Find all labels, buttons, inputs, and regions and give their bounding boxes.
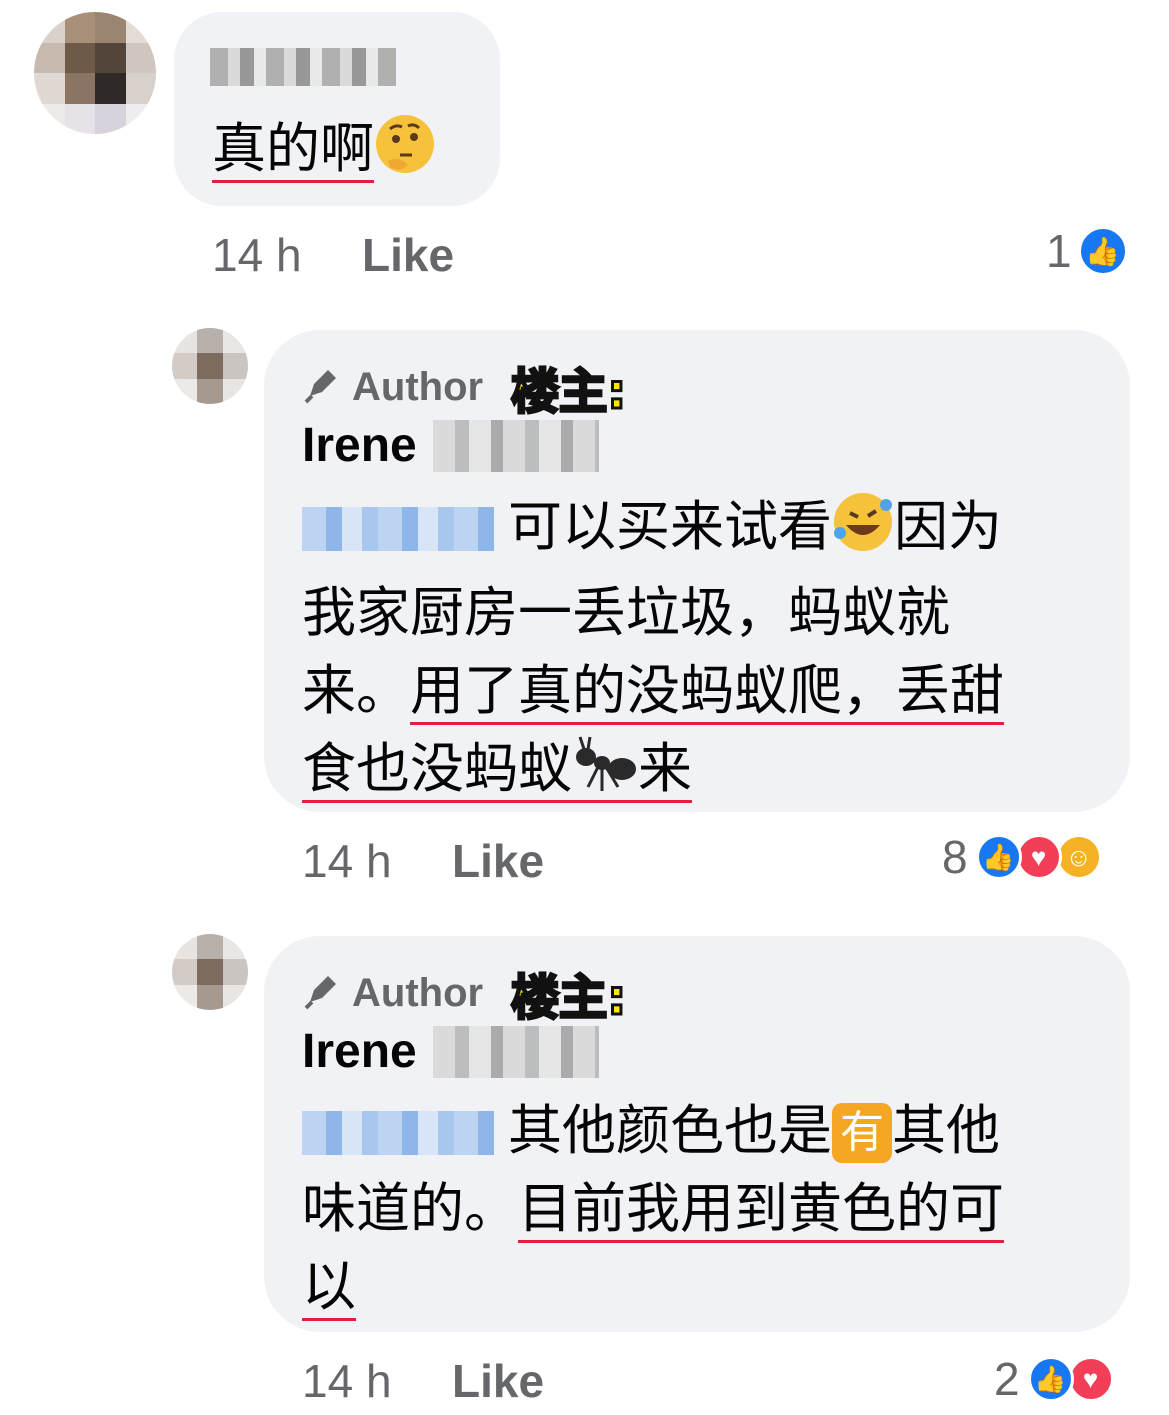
reaction-summary[interactable]: 8 👍 ♥ ☺ — [942, 830, 1102, 884]
mention-blurred[interactable] — [302, 507, 494, 551]
reply-time[interactable]: 14 h — [302, 1354, 392, 1408]
avatar[interactable] — [172, 934, 248, 1010]
thinking-face-icon — [374, 113, 436, 196]
reply-text: 其他颜色也是有其他 味道的。目前我用到黄色的可 以 — [302, 1092, 1122, 1326]
author-name: Irene — [302, 1025, 417, 1078]
reply-line: 味道的。目前我用到黄色的可 — [302, 1170, 1122, 1248]
reaction-summary[interactable]: 1 👍 — [1046, 224, 1128, 278]
like-reaction-icon: 👍 — [1077, 226, 1128, 276]
reply-line: 我家厨房一丢垃圾，蚂蚁就 — [302, 581, 950, 644]
louzhu-annotation: 楼主: — [510, 363, 628, 422]
comment-time[interactable]: 14 h — [212, 228, 302, 282]
like-button[interactable]: Like — [362, 228, 454, 282]
reaction-count: 8 — [942, 831, 968, 883]
avatar[interactable] — [172, 328, 248, 404]
commenter-name-blurred[interactable] — [210, 48, 396, 86]
pencil-icon — [302, 972, 340, 1015]
rofl-face-icon — [832, 491, 894, 574]
reply-line: 食也没蚂蚁来 — [302, 730, 1122, 816]
you-emoji-icon: 有 — [832, 1103, 892, 1163]
love-reaction-icon: ♥ — [1015, 834, 1062, 880]
like-reaction-icon: 👍 — [975, 834, 1022, 880]
mention-blurred[interactable] — [302, 1111, 494, 1155]
love-reaction-icon: ♥ — [1067, 1356, 1114, 1402]
reply-text: 可以买来试看 因为 我家厨房一丢垃圾，蚂蚁就 来。用了真的没蚂蚁爬，丢甜 食也没蚂… — [302, 488, 1122, 816]
author-badge: Author 楼主: — [302, 958, 628, 1028]
like-button[interactable]: Like — [452, 1354, 544, 1408]
author-surname-blurred — [432, 1025, 599, 1078]
pencil-icon — [302, 366, 340, 409]
author-surname-blurred — [432, 419, 599, 472]
author-badge: Author 楼主: — [302, 352, 628, 422]
reaction-count: 2 — [994, 1353, 1020, 1405]
reaction-summary[interactable]: 2 👍 ♥ — [994, 1352, 1114, 1406]
like-button[interactable]: Like — [452, 834, 544, 888]
louzhu-annotation: 楼主: — [510, 969, 628, 1028]
ant-icon — [572, 733, 638, 816]
comment-text: 真的啊 — [212, 110, 436, 196]
reaction-count: 1 — [1046, 225, 1072, 277]
reply-author[interactable]: Irene — [302, 1024, 599, 1079]
like-reaction-icon: 👍 — [1027, 1356, 1074, 1402]
reply-line: 可以买来试看 因为 — [302, 488, 1122, 574]
reply-line: 以 — [302, 1248, 1122, 1326]
reply-line: 其他颜色也是有其他 — [302, 1092, 1122, 1170]
reply-author[interactable]: Irene — [302, 418, 599, 473]
reply-line: 来。用了真的没蚂蚁爬，丢甜 — [302, 652, 1122, 730]
avatar[interactable] — [34, 12, 156, 134]
care-reaction-icon: ☺ — [1055, 834, 1102, 880]
author-name: Irene — [302, 419, 417, 472]
reply-time[interactable]: 14 h — [302, 834, 392, 888]
